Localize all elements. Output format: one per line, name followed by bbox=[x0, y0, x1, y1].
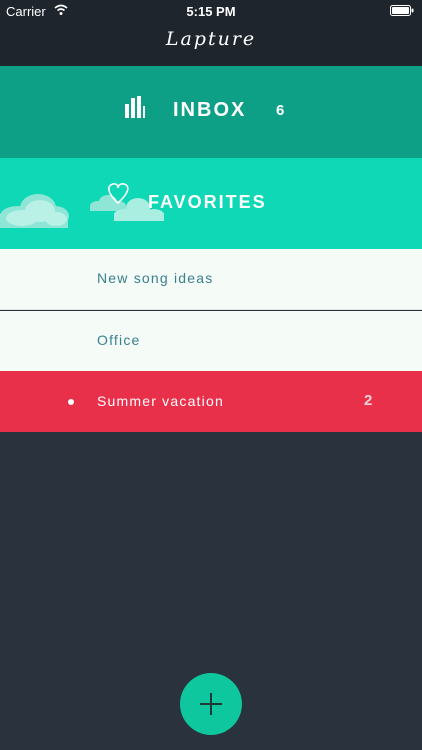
top-bar: Carrier 5:15 PM Lapture bbox=[0, 0, 422, 66]
app-title: Lapture bbox=[165, 28, 257, 50]
list-item-count: 2 bbox=[364, 392, 373, 409]
list-item-office[interactable]: Office bbox=[0, 311, 422, 371]
battery-icon bbox=[390, 5, 414, 16]
status-time: 5:15 PM bbox=[186, 4, 236, 19]
list-item-label: Summer vacation bbox=[97, 393, 224, 409]
favorites-label: FAVORITES bbox=[148, 192, 267, 212]
inbox-count: 6 bbox=[276, 102, 285, 119]
inbox-label: INBOX bbox=[173, 99, 247, 121]
selected-bullet bbox=[68, 399, 74, 405]
list-item-summer-vacation[interactable]: Summer vacation 2 bbox=[0, 371, 422, 432]
bar-chart-icon bbox=[125, 96, 145, 118]
list-item-label: Office bbox=[97, 332, 141, 348]
status-bar: Carrier 5:15 PM bbox=[0, 0, 422, 22]
favorites-row[interactable]: FAVORITES bbox=[0, 158, 422, 249]
list-item-label: New song ideas bbox=[97, 270, 214, 286]
inbox-row[interactable]: INBOX 6 bbox=[0, 66, 422, 158]
plus-icon bbox=[200, 693, 222, 715]
list-item-new-song-ideas[interactable]: New song ideas bbox=[0, 249, 422, 310]
add-list-button[interactable] bbox=[180, 673, 242, 735]
